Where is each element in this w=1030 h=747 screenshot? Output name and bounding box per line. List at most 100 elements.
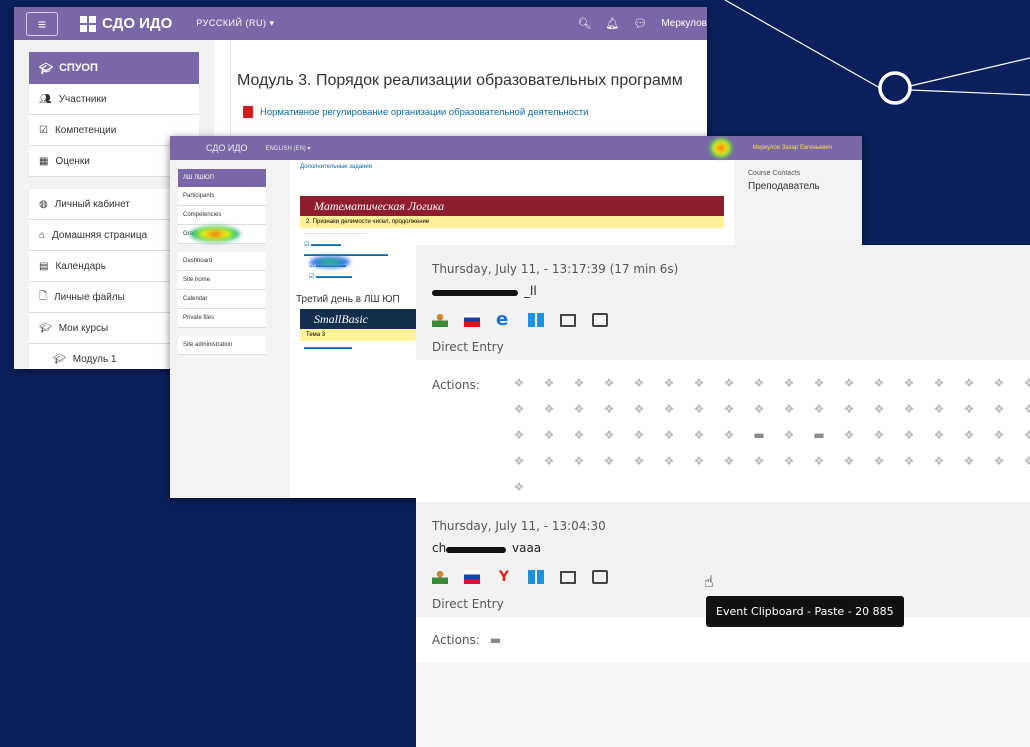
event-icon[interactable]: ❖ (534, 454, 564, 468)
user-menu[interactable]: Меркулов (661, 18, 707, 29)
sidebar-item-participants[interactable]: 👥︎ Участники (29, 84, 199, 115)
event-icon[interactable]: ❖ (924, 376, 954, 390)
event-icon[interactable]: ❖ (504, 402, 534, 416)
event-icon[interactable]: ❖ (684, 402, 714, 416)
search-icon[interactable]: 🔍︎ (577, 17, 591, 30)
entry-timestamp: Thursday, July 11, - 13:04:30 (432, 519, 606, 533)
event-icon[interactable]: ❖ (894, 402, 924, 416)
event-icon[interactable]: ❖ (624, 376, 654, 390)
event-icon[interactable]: ❖ (1014, 402, 1030, 416)
event-icon[interactable]: ❖ (714, 428, 744, 442)
event-icon[interactable]: ❖ (984, 376, 1014, 390)
event-icon[interactable]: ❖ (684, 454, 714, 468)
event-icon[interactable]: ❖ (864, 428, 894, 442)
language-selector[interactable]: ENGLISH (EN) ▾ (265, 145, 310, 152)
extra-tasks-link[interactable]: Дополнительные задания (300, 164, 734, 170)
folder-icon[interactable]: ▬ (490, 633, 501, 647)
event-icon[interactable]: ❖ (504, 428, 534, 442)
event-icon[interactable]: ❖ (804, 402, 834, 416)
site-logo[interactable]: СДО ИДО (206, 143, 247, 153)
event-icon[interactable]: ❖ (954, 428, 984, 442)
event-icon[interactable]: ❖ (774, 402, 804, 416)
event-icon[interactable]: ❖ (1014, 376, 1030, 390)
event-icon[interactable]: ❖ (894, 428, 924, 442)
event-icon[interactable]: ❖ (654, 428, 684, 442)
bell-icon[interactable]: 🔔︎ (605, 17, 619, 30)
sidebar-item-site-admin[interactable]: Site administration (178, 336, 266, 355)
event-icon[interactable]: ❖ (624, 454, 654, 468)
event-icon[interactable]: ❖ (984, 402, 1014, 416)
event-icon[interactable]: ❖ (864, 402, 894, 416)
sidebar-item-competencies[interactable]: Competencies (178, 206, 266, 225)
event-icon[interactable]: ❖ (504, 480, 534, 494)
event-icon[interactable]: ❖ (804, 454, 834, 468)
event-icon[interactable]: ❖ (984, 454, 1014, 468)
user-menu[interactable]: Меркулов Захар Евгеньевич (753, 145, 832, 151)
site-logo[interactable]: СДО ИДО (80, 15, 172, 32)
event-icon[interactable]: ❖ (594, 428, 624, 442)
event-icon[interactable]: ❖ (744, 376, 774, 390)
event-icon[interactable]: ❖ (834, 376, 864, 390)
event-icon[interactable]: ❖ (1014, 428, 1030, 442)
event-icon[interactable]: ❖ (984, 428, 1014, 442)
event-icon[interactable]: ❖ (564, 376, 594, 390)
event-icon[interactable]: ❖ (594, 376, 624, 390)
event-icon[interactable]: ❖ (504, 454, 534, 468)
event-icon[interactable]: ❖ (954, 402, 984, 416)
event-icon[interactable]: ❖ (594, 454, 624, 468)
document-link[interactable]: Нормативное регулирование организации об… (243, 106, 707, 118)
event-icon[interactable]: ❖ (594, 402, 624, 416)
event-icon[interactable]: ❖ (534, 376, 564, 390)
event-icon[interactable]: ❖ (534, 428, 564, 442)
event-icon[interactable]: ❖ (714, 454, 744, 468)
event-icon[interactable]: ❖ (774, 376, 804, 390)
event-icon[interactable]: ❖ (624, 402, 654, 416)
language-selector[interactable]: РУССКИЙ (RU) ▾ (196, 18, 274, 29)
chat-icon[interactable]: 💬︎ (633, 17, 647, 30)
event-icon[interactable]: ❖ (894, 454, 924, 468)
event-icon[interactable]: ❖ (924, 454, 954, 468)
event-icon[interactable]: ❖ (834, 402, 864, 416)
event-icon[interactable]: ❖ (774, 454, 804, 468)
page-title: Модуль 3. Порядок реализации образовател… (237, 72, 683, 89)
event-icon[interactable]: ❖ (894, 376, 924, 390)
event-icon[interactable]: ❖ (834, 428, 864, 442)
event-icon[interactable]: ❖ (864, 454, 894, 468)
monitor-icon (560, 570, 576, 584)
event-icon[interactable]: ❖ (1014, 454, 1030, 468)
event-icon[interactable]: ❖ (504, 376, 534, 390)
document-link-text: Нормативное регулирование организации об… (260, 106, 589, 118)
event-icon[interactable]: ❖ (714, 402, 744, 416)
event-icon[interactable]: ❖ (624, 428, 654, 442)
folder-icon[interactable]: ▬ (744, 428, 774, 442)
event-icon[interactable]: ❖ (954, 454, 984, 468)
event-icon[interactable]: ❖ (564, 428, 594, 442)
sidebar-item-dashboard[interactable]: Dashboard (178, 252, 266, 271)
event-icon[interactable]: ❖ (654, 454, 684, 468)
event-icon[interactable]: ❖ (684, 376, 714, 390)
event-icon[interactable]: ❖ (534, 402, 564, 416)
event-icon[interactable]: ❖ (864, 376, 894, 390)
sidebar-item-participants[interactable]: Participants (178, 187, 266, 206)
event-icon[interactable]: ❖ (924, 428, 954, 442)
event-icon[interactable]: ❖ (564, 402, 594, 416)
event-icon[interactable]: ❖ (714, 376, 744, 390)
event-icon[interactable]: ❖ (774, 428, 804, 442)
event-icon[interactable]: ❖ (654, 402, 684, 416)
event-icon[interactable]: ❖ (744, 454, 774, 468)
event-icon[interactable]: ❖ (684, 428, 714, 442)
sidebar-item-site-home[interactable]: Site home (178, 271, 266, 290)
menu-button[interactable]: ≡ (26, 11, 58, 36)
event-icon[interactable]: ❖ (744, 402, 774, 416)
event-icon[interactable]: ❖ (654, 376, 684, 390)
sidebar-item-calendar[interactable]: Calendar (178, 290, 266, 309)
sidebar-header[interactable]: 🎓︎ СПУОП (29, 52, 199, 84)
sidebar-header[interactable]: ЛШ ЛШЮП (178, 169, 266, 187)
event-icon[interactable]: ❖ (834, 454, 864, 468)
event-icon[interactable]: ❖ (804, 376, 834, 390)
event-icon[interactable]: ❖ (564, 454, 594, 468)
event-icon[interactable]: ❖ (924, 402, 954, 416)
sidebar-item-private-files[interactable]: Private files (178, 309, 266, 328)
folder-icon[interactable]: ▬ (804, 428, 834, 442)
event-icon[interactable]: ❖ (954, 376, 984, 390)
